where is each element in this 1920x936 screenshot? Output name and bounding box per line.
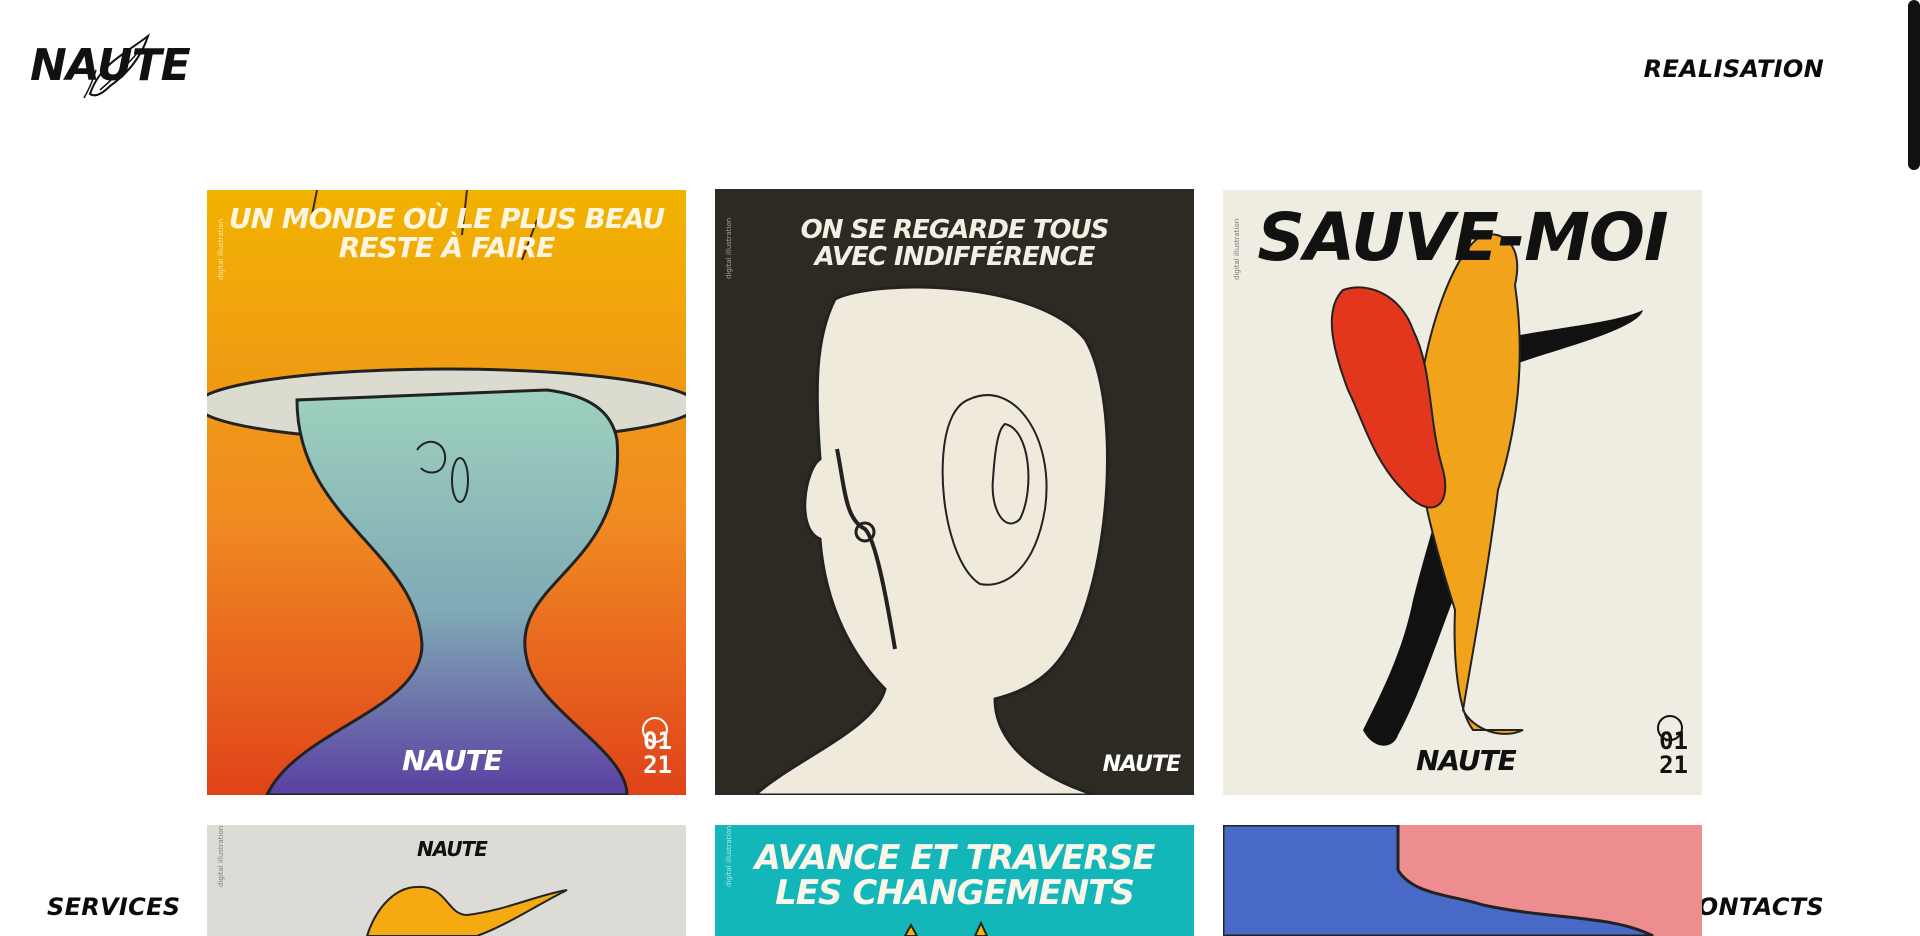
- nav-services[interactable]: SERVICES: [47, 893, 180, 921]
- poster-card[interactable]: NAUTE digital illustration: [207, 825, 686, 936]
- poster-title: ON SE REGARDE TOUS AVEC INDIFFÉRENCE: [715, 215, 1194, 273]
- poster-illustration: [715, 189, 1194, 795]
- poster-illustration: [1223, 190, 1702, 795]
- poster-illustration: [1223, 825, 1702, 936]
- poster-illustration: [207, 190, 686, 795]
- poster-title-line: AVEC INDIFFÉRENCE: [814, 242, 1096, 273]
- poster-side-text: digital illustration: [1233, 218, 1241, 280]
- poster-title: SAUVE-MOI: [1223, 199, 1702, 276]
- poster-title-line: SAUVE-MOI: [1257, 199, 1668, 276]
- poster-title-line: RESTE À FAIRE: [338, 231, 556, 265]
- nav-realisation[interactable]: REALISATION: [1644, 55, 1824, 83]
- poster-title-line: AVANCE ET TRAVERSE: [754, 838, 1156, 878]
- poster-date: 01 21: [643, 729, 672, 777]
- poster-date-line: 01: [1659, 727, 1688, 755]
- poster-brand: NAUTE: [417, 837, 488, 861]
- poster-date-line: 21: [1659, 751, 1688, 779]
- logo-wordmark: NAUTE: [30, 40, 191, 91]
- poster-card[interactable]: ON SE REGARDE TOUS AVEC INDIFFÉRENCE dig…: [715, 189, 1194, 795]
- poster-title-line: LES CHANGEMENTS: [775, 873, 1135, 914]
- poster-title: AVANCE ET TRAVERSE LES CHANGEMENTS: [715, 838, 1194, 914]
- poster-date: 01 21: [1659, 729, 1688, 777]
- site-logo[interactable]: NAUTE: [30, 24, 191, 106]
- poster-brand: NAUTE: [1416, 744, 1517, 777]
- page-scrollbar[interactable]: [1908, 0, 1920, 170]
- poster-side-text: digital illustration: [217, 825, 225, 887]
- poster-side-text: digital illustration: [725, 825, 733, 887]
- poster-side-text: digital illustration: [217, 218, 225, 280]
- poster-brand: NAUTE: [1102, 752, 1181, 777]
- poster-date-line: 01: [643, 727, 672, 755]
- poster-card[interactable]: SAUVE-MOI digital illustration NAUTE 01 …: [1223, 190, 1702, 795]
- poster-title: UN MONDE OÙ LE PLUS BEAU RESTE À FAIRE: [207, 204, 686, 262]
- poster-card[interactable]: UN MONDE OÙ LE PLUS BEAU RESTE À FAIRE d…: [207, 190, 686, 795]
- poster-brand: NAUTE: [402, 744, 503, 777]
- poster-date-line: 21: [643, 751, 672, 779]
- poster-card[interactable]: AVANCE ET TRAVERSE LES CHANGEMENTS digit…: [715, 825, 1194, 936]
- poster-title-line: ON SE REGARDE TOUS: [800, 215, 1110, 245]
- poster-card[interactable]: [1223, 825, 1702, 936]
- poster-title-line: UN MONDE OÙ LE PLUS BEAU: [228, 202, 665, 235]
- poster-side-text: digital illustration: [725, 217, 733, 279]
